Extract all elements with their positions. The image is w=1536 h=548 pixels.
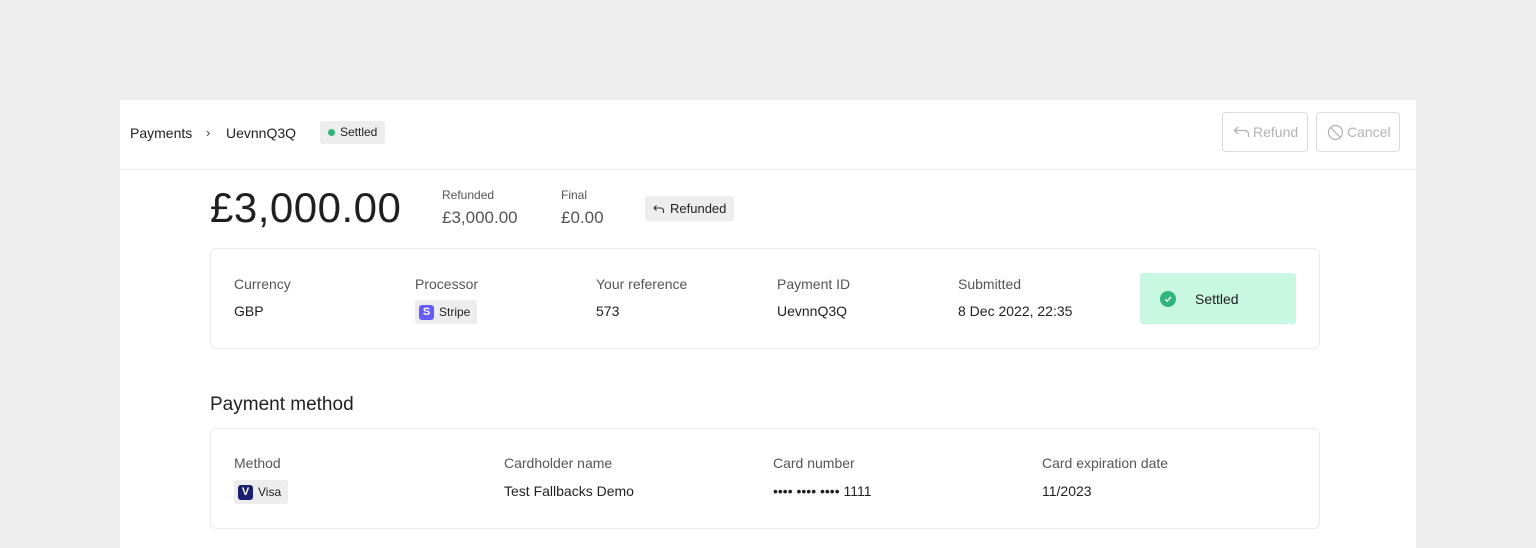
- method-value: Visa: [258, 485, 282, 499]
- cardholder-label: Cardholder name: [504, 455, 613, 471]
- status-dot-icon: [328, 129, 335, 136]
- submitted-value: 8 Dec 2022, 22:35: [958, 303, 1073, 319]
- settled-status-label: Settled: [1195, 290, 1239, 307]
- payment-id-value: UevnnQ3Q: [777, 303, 848, 319]
- payment-summary-card: Currency GBP Processor S Stripe Your ref…: [210, 248, 1320, 349]
- status-badge: Settled: [320, 121, 386, 144]
- refund-button[interactable]: Refund: [1222, 112, 1308, 152]
- processor-label: Processor: [415, 276, 479, 292]
- refunded-value: £3,000.00: [442, 208, 518, 227]
- payment-detail-panel: Payments › UevnnQ3Q Settled Refund Cance…: [120, 100, 1416, 548]
- payment-method-heading: Payment method: [210, 394, 354, 415]
- stripe-logo-icon: S: [419, 304, 434, 320]
- refunded-label: Refunded: [442, 188, 495, 202]
- refund-arrow-icon: [653, 204, 665, 213]
- payment-method-card: Method V Visa Cardholder name Test Fallb…: [210, 428, 1320, 529]
- breadcrumb-current: UevnnQ3Q: [226, 125, 297, 141]
- currency-label: Currency: [234, 276, 291, 292]
- refund-arrow-icon: [1233, 126, 1250, 137]
- breadcrumb-separator: ›: [206, 125, 211, 140]
- final-label: Final: [561, 188, 588, 202]
- reference-value: 573: [596, 303, 620, 319]
- cancel-button[interactable]: Cancel: [1316, 112, 1400, 152]
- visa-logo-icon: V: [238, 484, 253, 500]
- reference-label: Your reference: [596, 276, 688, 292]
- card-number-value: •••• •••• •••• 1111: [773, 483, 872, 499]
- processor-chip: S Stripe: [415, 300, 478, 324]
- expiry-label: Card expiration date: [1042, 455, 1169, 471]
- payment-amount: £3,000.00: [210, 184, 402, 231]
- processor-value: Stripe: [439, 305, 471, 319]
- refunded-badge: Refunded: [645, 196, 735, 221]
- refund-button-label: Refund: [1253, 124, 1299, 140]
- card-number-label: Card number: [773, 455, 855, 471]
- settled-status-box: Settled: [1140, 273, 1296, 324]
- method-label: Method: [234, 455, 281, 471]
- payment-id-label: Payment ID: [777, 276, 851, 292]
- check-circle-icon: [1160, 290, 1176, 307]
- cancel-circle-icon: [1327, 124, 1344, 140]
- currency-value: GBP: [234, 303, 264, 319]
- method-chip: V Visa: [234, 480, 289, 504]
- final-value: £0.00: [561, 208, 604, 227]
- top-bar: Payments › UevnnQ3Q Settled Refund Cance…: [120, 100, 1416, 170]
- refunded-badge-label: Refunded: [670, 201, 727, 216]
- breadcrumb-payments-link[interactable]: Payments: [130, 124, 192, 142]
- status-badge-label: Settled: [340, 125, 378, 139]
- submitted-label: Submitted: [958, 276, 1022, 292]
- expiry-value: 11/2023: [1042, 483, 1092, 499]
- cancel-button-label: Cancel: [1347, 124, 1391, 140]
- cardholder-value: Test Fallbacks Demo: [504, 483, 634, 499]
